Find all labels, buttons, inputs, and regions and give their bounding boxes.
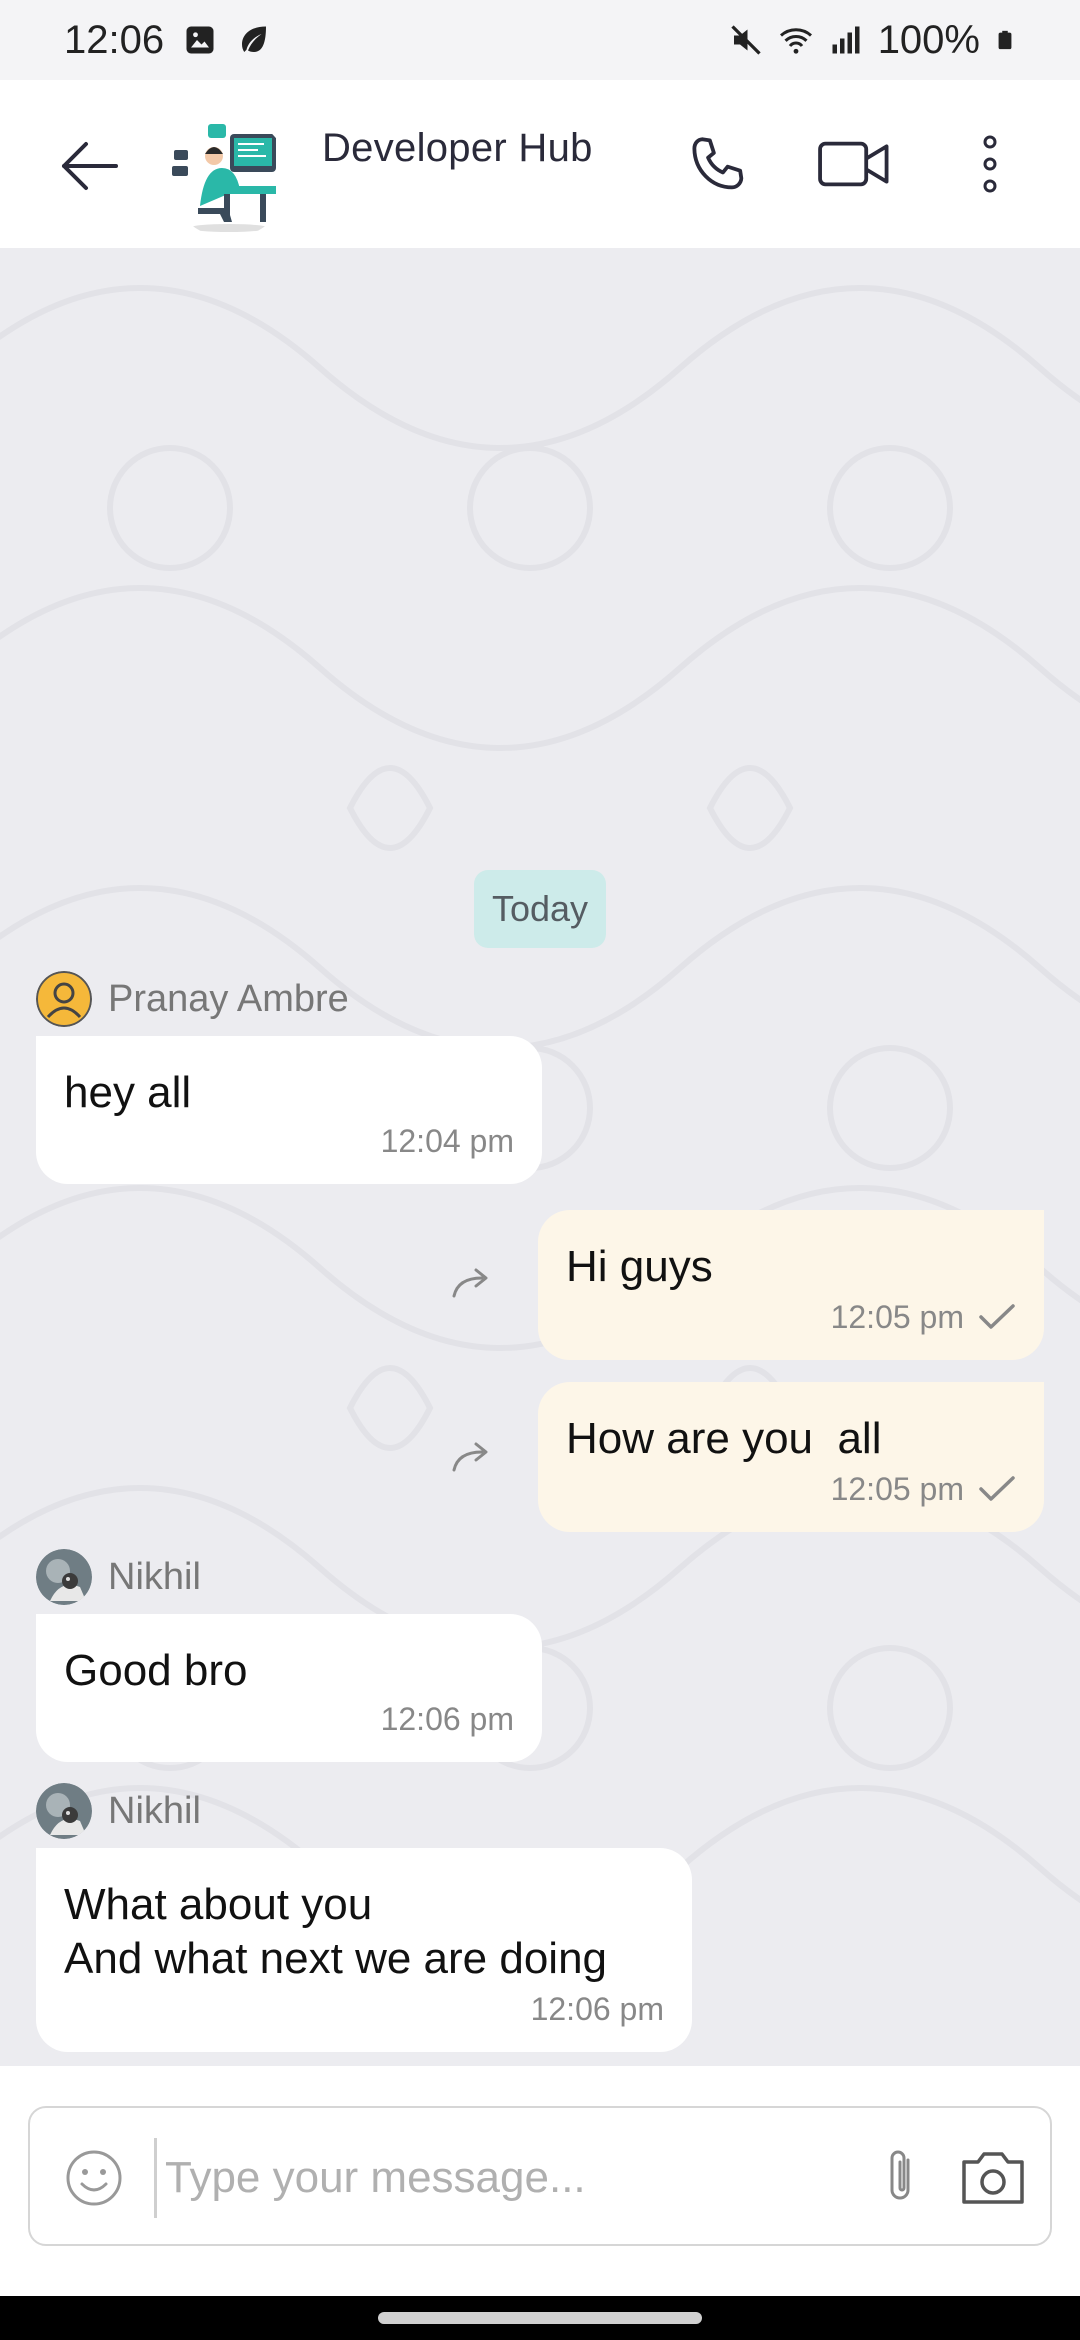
composer-bar [0,2066,1080,2296]
sender-info: Pranay Ambre [36,970,349,1028]
message-text: Hi guys [566,1242,713,1291]
phone-icon [692,137,744,190]
check-icon [979,1304,1015,1329]
mute-icon [731,25,761,55]
message-meta: 12:04 pm [381,1114,514,1168]
paperclip-icon[interactable] [876,2146,926,2210]
message-bubble-outgoing[interactable]: Hi guys 12:05 pm [538,1210,1044,1360]
more-options-button[interactable] [950,124,1030,204]
check-icon [979,1476,1015,1501]
photo-avatar-icon [36,1549,92,1605]
message-time: 12:05 pm [830,1471,964,1507]
default-user-icon [36,971,92,1027]
emoji-icon[interactable] [64,2148,124,2208]
video-call-button[interactable] [814,124,894,204]
battery-percent: 100% [877,17,980,62]
system-nav-bar [0,2296,1080,2340]
status-right: 100% [728,18,1016,63]
message-bubble-incoming[interactable]: What about you And what next we are doin… [36,1848,692,2052]
more-vert-icon [983,135,997,193]
message-text: Good bro [64,1646,248,1695]
message-meta: 12:06 pm [531,1982,664,2036]
group-avatar[interactable] [168,116,290,238]
sender-name: Pranay Ambre [108,977,349,1020]
image-icon [186,26,214,54]
voice-call-button[interactable] [678,124,758,204]
avatar[interactable] [36,1783,92,1839]
message-text: hey all [64,1068,192,1117]
message-input[interactable] [154,2138,854,2218]
video-camera-icon [818,141,889,187]
message-time: 12:06 pm [530,1991,664,2027]
leaf-icon [242,26,267,52]
developer-illustration-icon [168,116,290,238]
sender-name: Nikhil [108,1555,201,1598]
message-composer [28,2106,1052,2246]
back-arrow-icon [62,142,118,190]
forward-icon[interactable] [450,1264,498,1300]
photo-avatar-icon [36,1783,92,1839]
status-left: 12:06 [64,18,272,63]
camera-icon[interactable] [958,2146,1028,2210]
group-title[interactable]: Developer Hub [322,126,593,171]
message-bubble-outgoing[interactable]: How are you all 12:05 pm [538,1382,1044,1532]
message-meta: 12:06 pm [381,1692,514,1746]
avatar[interactable] [36,1549,92,1605]
home-gesture-handle[interactable] [378,2312,702,2324]
message-text: How are you all [566,1414,882,1463]
sender-info: Nikhil [36,1782,201,1840]
forward-icon[interactable] [450,1438,498,1474]
sender-name: Nikhil [108,1789,201,1832]
avatar[interactable] [36,971,92,1027]
status-time: 12:06 [64,17,165,62]
battery-icon [998,30,1012,50]
message-text: What about you And what next we are doin… [64,1880,608,1983]
sender-info: Nikhil [36,1548,201,1606]
back-button[interactable] [58,138,122,194]
message-time: 12:06 pm [380,1701,514,1737]
chat-header: Developer Hub [0,80,1080,248]
message-meta: 12:05 pm [831,1290,1016,1344]
message-bubble-incoming[interactable]: Good bro 12:06 pm [36,1614,542,1762]
wifi-icon [779,28,812,54]
chat-messages-area[interactable]: Today Pranay Ambre hey all 12:04 pm Hi g… [0,248,1080,2066]
status-bar: 12:06 100% [0,0,1080,80]
signal-icon [832,26,860,54]
message-time: 12:05 pm [830,1299,964,1335]
date-separator: Today [474,870,606,948]
message-meta: 12:05 pm [831,1462,1016,1516]
message-bubble-incoming[interactable]: hey all 12:04 pm [36,1036,542,1184]
message-time: 12:04 pm [380,1123,514,1159]
